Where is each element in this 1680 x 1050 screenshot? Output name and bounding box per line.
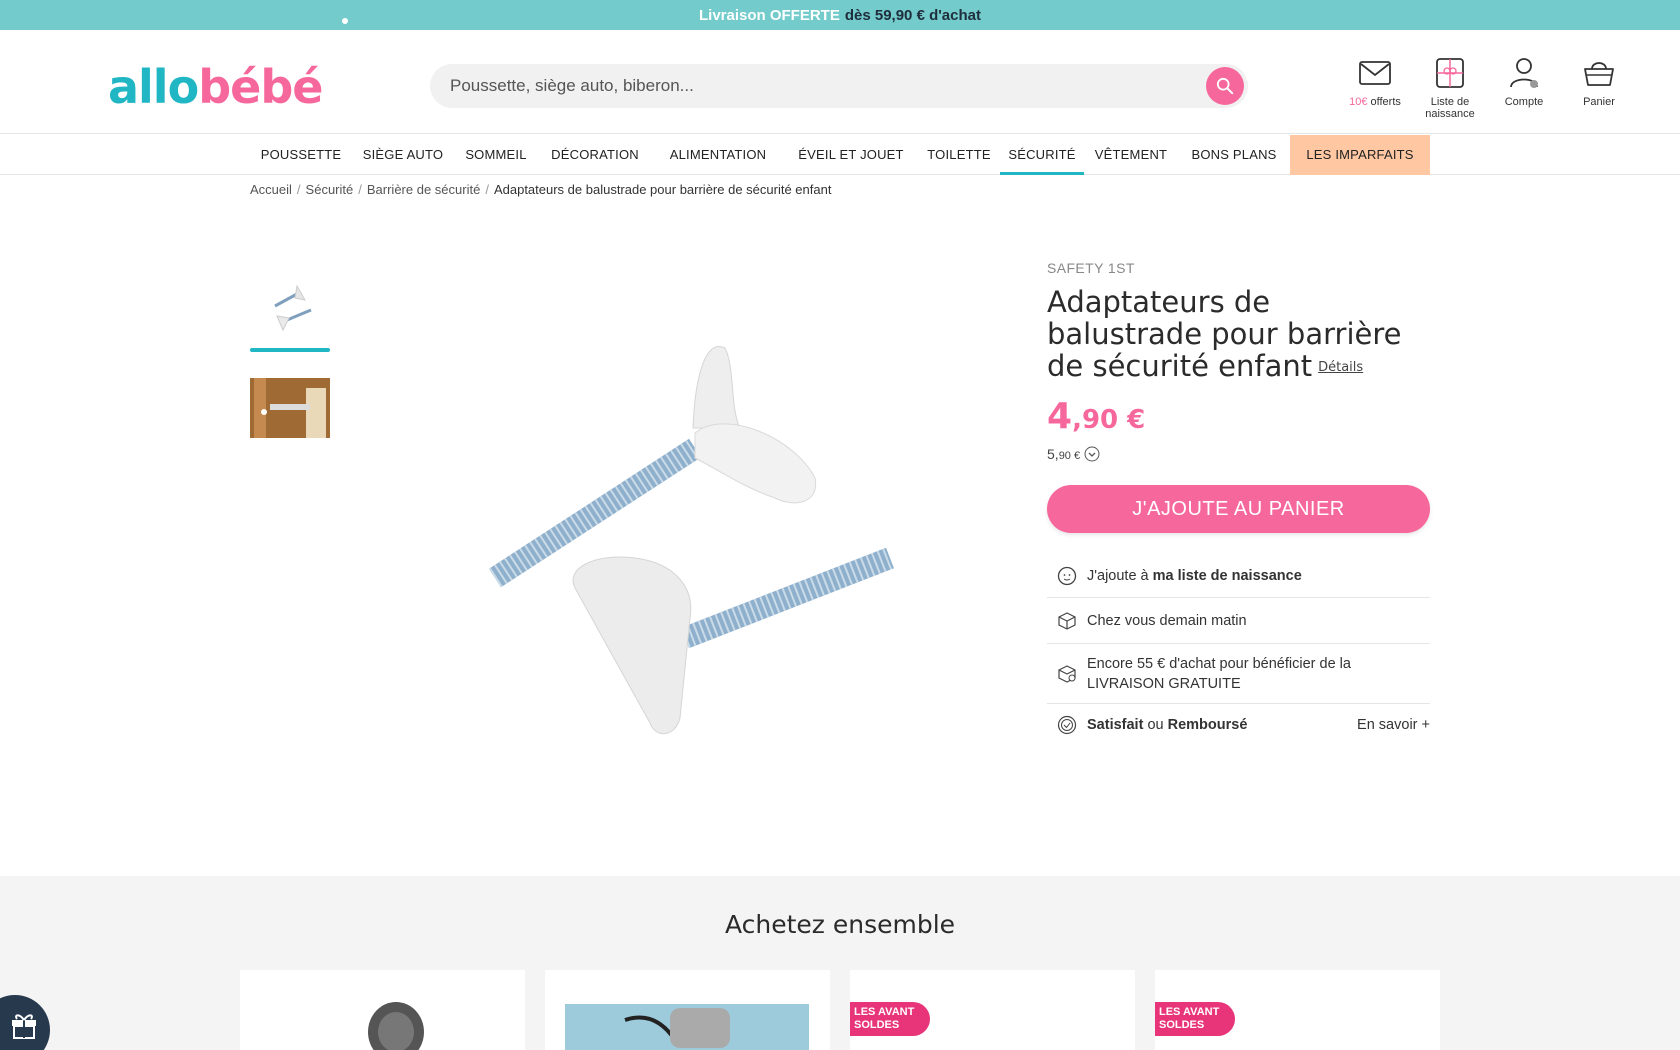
account-link[interactable]: Compte — [1489, 54, 1559, 108]
envelope-icon — [1359, 61, 1391, 85]
product-thumbnail-image — [274, 284, 312, 332]
product-card[interactable]: LES AVANT SOLDES — [850, 970, 1135, 1050]
product-image — [395, 258, 980, 833]
birth-list-prefix: J'ajoute à — [1087, 567, 1153, 584]
buy-together-title: Achetez ensemble — [724, 910, 956, 939]
birth-list-link[interactable]: Liste de naissance — [1415, 54, 1485, 120]
add-to-cart-button[interactable]: J'AJOUTE AU PANIER — [1047, 485, 1430, 533]
search-input[interactable] — [430, 76, 1170, 96]
baby-icon — [1057, 566, 1077, 585]
nav-item-vetement[interactable]: VÊTEMENT — [1090, 135, 1172, 175]
gift-icon — [12, 1014, 36, 1039]
satisfied-label: Satisfait — [1087, 717, 1144, 733]
promo-banner[interactable]: Livraison OFFERTE dès 59,90 € d'achat — [0, 0, 1680, 30]
carousel-dot[interactable] — [342, 18, 348, 24]
free-shipping-row: Encore 55 € d'achat pour bénéficier de l… — [1047, 644, 1430, 704]
product-card[interactable] — [240, 970, 525, 1050]
price-integer: 4 — [1047, 396, 1073, 437]
breadcrumb-securite[interactable]: Sécurité — [306, 182, 354, 197]
delivery-time: demain matin — [1159, 612, 1247, 629]
promo-highlight: Livraison OFFERTE — [698, 6, 840, 24]
search-button[interactable] — [1206, 67, 1244, 105]
basket-icon — [1584, 62, 1614, 86]
account-label: Compte — [1504, 96, 1544, 108]
product-card[interactable]: LES AVANT SOLDES — [1155, 970, 1440, 1050]
old-price-integer: 5, — [1047, 446, 1059, 462]
nav-item-les-imparfaits[interactable]: LES IMPARFAITS — [1290, 135, 1430, 175]
free-shipping-text: Encore 55 € d'achat pour bénéficier de l… — [1087, 655, 1351, 692]
product-image — [1155, 970, 1440, 1050]
chevron-down-icon[interactable] — [1084, 446, 1100, 462]
main-product-image[interactable] — [395, 258, 980, 833]
cart-label: Panier — [1583, 96, 1615, 108]
main-nav: POUSSETTE SIÈGE AUTO SOMMEIL DÉCORATION … — [0, 135, 1680, 175]
product-thumbnail-image — [250, 378, 330, 438]
promo-text: dès 59,90 € d'achat — [844, 6, 981, 24]
nav-item-securite[interactable]: SÉCURITÉ — [1000, 135, 1084, 175]
product-image — [368, 1002, 424, 1050]
product-price: 4,90 € — [1047, 396, 1145, 437]
details-link[interactable]: Détails — [1318, 360, 1363, 375]
breadcrumb: Accueil / Sécurité / Barrière de sécurité / Ad… — [250, 182, 832, 197]
learn-more-link[interactable]: En savoir + — [1357, 717, 1430, 733]
breadcrumb-current: Adaptateurs de balustrade pour barrière … — [493, 182, 832, 197]
thumbnail-1[interactable] — [250, 276, 330, 336]
nav-item-eveil-et-jouet[interactable]: ÉVEIL ET JOUET — [796, 135, 906, 175]
package-location-icon — [1058, 664, 1076, 683]
delivery-prefix: Chez vous — [1087, 612, 1160, 629]
product-title: Adaptateurs de balustrade pour barrière … — [1047, 286, 1427, 384]
cart-link[interactable]: Panier — [1564, 54, 1634, 108]
user-icon — [1510, 58, 1538, 88]
price-decimal: ,90 € — [1072, 405, 1146, 435]
satisfaction-row: Satisfait ou Remboursé En savoir + — [1047, 704, 1430, 746]
thumbnail-selected-indicator — [250, 348, 330, 352]
guarantee-icon — [1057, 715, 1077, 735]
offers-link[interactable]: 10€ offerts — [1340, 54, 1410, 108]
nav-item-sommeil[interactable]: SOMMEIL — [458, 135, 534, 175]
nav-item-toilette[interactable]: TOILETTE — [922, 135, 996, 175]
old-price: 5,90 € — [1047, 446, 1100, 462]
offers-label: offerts — [1370, 96, 1401, 108]
breadcrumb-home[interactable]: Accueil — [250, 182, 292, 197]
sale-badge: LES AVANT SOLDES — [850, 1002, 930, 1036]
search-icon — [1216, 77, 1234, 95]
gift-list-icon — [1436, 58, 1464, 88]
thumbnail-2[interactable] — [250, 378, 330, 438]
birth-list-label: Liste de naissance — [1425, 96, 1475, 120]
product-image — [565, 1004, 809, 1050]
buy-together-section: Achetez ensemble LES AVANT SOLDES LES AV… — [0, 876, 1680, 1050]
logo-text-bebe: bébé — [198, 60, 323, 114]
birth-list-row[interactable]: J'ajoute à ma liste de naissance — [1047, 554, 1430, 598]
product-card[interactable] — [545, 970, 830, 1050]
nav-item-decoration[interactable]: DÉCORATION — [546, 135, 644, 175]
logo-text-allo: allo — [108, 60, 199, 114]
package-icon — [1058, 611, 1076, 630]
logo[interactable]: allobébé — [108, 60, 323, 114]
refunded-label: Remboursé — [1167, 717, 1248, 733]
search-bar — [430, 64, 1248, 108]
nav-item-poussette[interactable]: POUSSETTE — [256, 135, 346, 175]
birth-list-link-text: ma liste de naissance — [1152, 567, 1302, 584]
old-price-decimal: 90 € — [1058, 450, 1081, 462]
nav-item-alimentation[interactable]: ALIMENTATION — [662, 135, 774, 175]
nav-item-siege-auto[interactable]: SIÈGE AUTO — [358, 135, 448, 175]
nav-item-bons-plans[interactable]: BONS PLANS — [1186, 135, 1282, 175]
offers-amount: 10€ — [1349, 96, 1368, 108]
product-brand[interactable]: SAFETY 1ST — [1047, 260, 1135, 276]
or-label: ou — [1143, 717, 1168, 733]
site-header: allobébé 10€ offerts Liste de naissance … — [0, 30, 1680, 134]
breadcrumb-barriere[interactable]: Barrière de sécurité — [367, 182, 480, 197]
delivery-row: Chez vous demain matin — [1047, 598, 1430, 644]
